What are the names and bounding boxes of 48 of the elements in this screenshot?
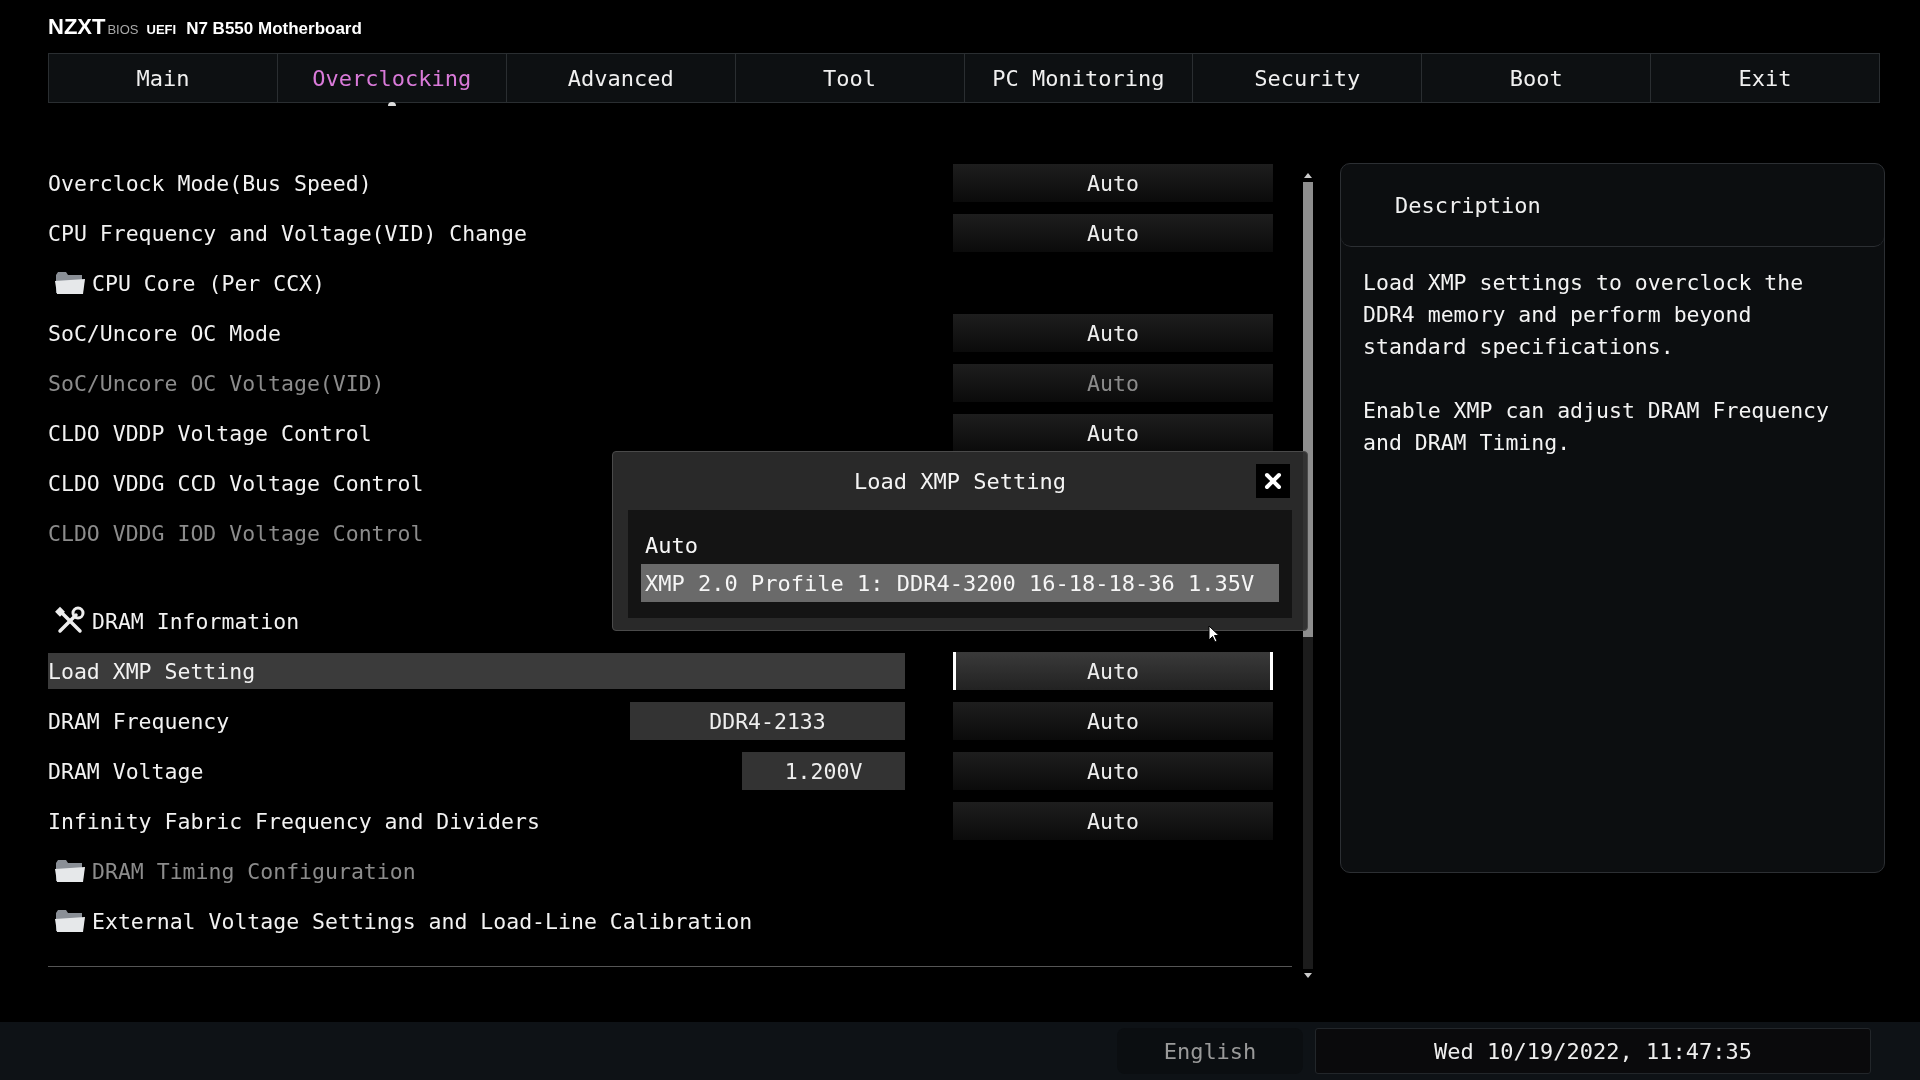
scroll-down-icon[interactable]: [1304, 973, 1312, 978]
description-text: Enable XMP can adjust DRAM Frequency and DRAM Timing.: [1363, 397, 1830, 457]
menu-tab[interactable]: Advanced: [506, 54, 736, 102]
folder-icon: [54, 909, 86, 933]
option-item[interactable]: Auto: [641, 526, 1279, 564]
setting-label[interactable]: CLDO VDDG CCD Voltage Control: [48, 470, 424, 496]
setting-value[interactable]: Auto: [953, 802, 1273, 840]
submenu-link[interactable]: External Voltage Settings and Load-Line Calibration: [92, 908, 753, 934]
scroll-up-icon[interactable]: [1304, 173, 1312, 178]
menu-tab[interactable]: PC Monitoring: [964, 54, 1194, 102]
description-text: Load XMP settings to overclock the DDR4 memory and perform beyond standard specifications.: [1363, 269, 1805, 361]
description-title: Description: [1341, 164, 1884, 247]
menu-tab[interactable]: Exit: [1651, 54, 1879, 102]
setting-value[interactable]: Auto: [953, 214, 1273, 252]
submenu-link[interactable]: CPU Core (Per CCX): [92, 270, 325, 296]
setting-label[interactable]: Overclock Mode(Bus Speed): [48, 170, 372, 196]
brand-logo: NZXT: [48, 14, 106, 40]
setting-value[interactable]: Auto: [953, 414, 1273, 452]
current-value: 1.200V: [742, 752, 905, 790]
option-item[interactable]: XMP 2.0 Profile 1: DDR4-3200 16-18-18-36 1.35V: [641, 564, 1279, 602]
uefi-label: UEFI: [146, 22, 177, 37]
setting-value[interactable]: Auto: [953, 164, 1273, 202]
setting-value[interactable]: Auto: [953, 652, 1273, 690]
dialog-title: Load XMP Setting: [854, 468, 1066, 494]
section-heading: DRAM Information: [92, 608, 300, 634]
language-button[interactable]: English: [1117, 1028, 1303, 1074]
folder-icon: [54, 271, 86, 295]
bios-label: BIOS: [107, 22, 139, 37]
setting-label[interactable]: SoC/Uncore OC Mode: [48, 320, 281, 346]
setting-value[interactable]: Auto: [953, 314, 1273, 352]
menu-tab[interactable]: Boot: [1422, 54, 1652, 102]
setting-label: Load XMP Setting: [48, 658, 256, 684]
selected-setting-bar[interactable]: Load XMP Setting: [48, 653, 905, 689]
setting-label[interactable]: Infinity Fabric Frequency and Dividers: [48, 808, 540, 834]
cursor-icon: [1208, 625, 1220, 643]
setting-label[interactable]: DRAM Voltage: [48, 758, 204, 784]
setting-value[interactable]: Auto: [953, 702, 1273, 740]
menu-tab[interactable]: Security: [1193, 54, 1423, 102]
model-name: N7 B550 Motherboard: [186, 19, 362, 39]
setting-label[interactable]: DRAM Frequency: [48, 708, 230, 734]
setting-label[interactable]: CLDO VDDP Voltage Control: [48, 420, 372, 446]
setting-value[interactable]: Auto: [953, 752, 1273, 790]
menu-tab[interactable]: Tool: [735, 54, 965, 102]
folder-icon: [54, 859, 86, 883]
setting-label[interactable]: CPU Frequency and Voltage(VID) Change: [48, 220, 527, 246]
menu-tab[interactable]: Main: [49, 54, 278, 102]
current-value: DDR4-2133: [630, 702, 905, 740]
date-time: Wed 10/19/2022, 11:47:35: [1315, 1028, 1871, 1074]
